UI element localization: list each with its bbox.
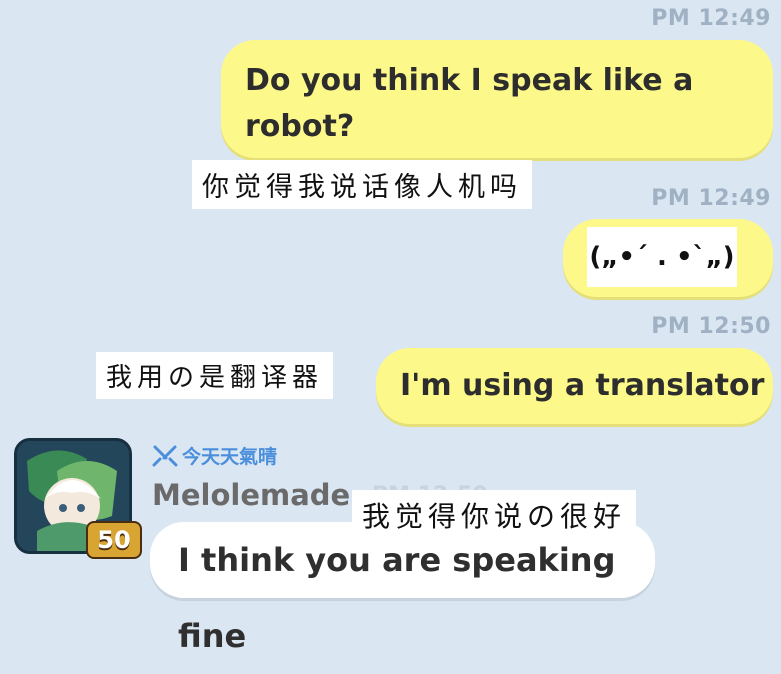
message-bubble-2[interactable]: („•´ . •`„)	[563, 219, 773, 297]
guild-name: 今天天氣晴	[182, 446, 278, 468]
translation-caption-3: 我用の是翻译器	[96, 352, 334, 399]
guild-row: 今天天氣晴	[152, 442, 277, 469]
crossed-swords-icon	[152, 445, 178, 466]
timestamp-1: PM 12:49	[651, 6, 771, 31]
timestamp-3: PM 12:50	[651, 314, 771, 339]
translation-caption-1: 你觉得我说话像人机吗	[192, 160, 532, 209]
message-text-3: I'm using a translator	[400, 368, 765, 403]
message-bubble-3[interactable]: I'm using a translator	[376, 348, 773, 424]
message-bubble-1[interactable]: Do you think I speak like a robot?	[221, 40, 773, 158]
level-badge: 50	[86, 521, 142, 559]
emoticon-sticker: („•´ . •`„)	[587, 227, 737, 287]
timestamp-2: PM 12:49	[651, 186, 771, 211]
reply-text: I think you are speaking fine	[178, 541, 616, 655]
translation-caption-reply: 我觉得你说の很好	[352, 490, 637, 540]
message-text-1: Do you think I speak like a robot?	[245, 63, 694, 144]
username[interactable]: Melolemade	[152, 478, 350, 512]
